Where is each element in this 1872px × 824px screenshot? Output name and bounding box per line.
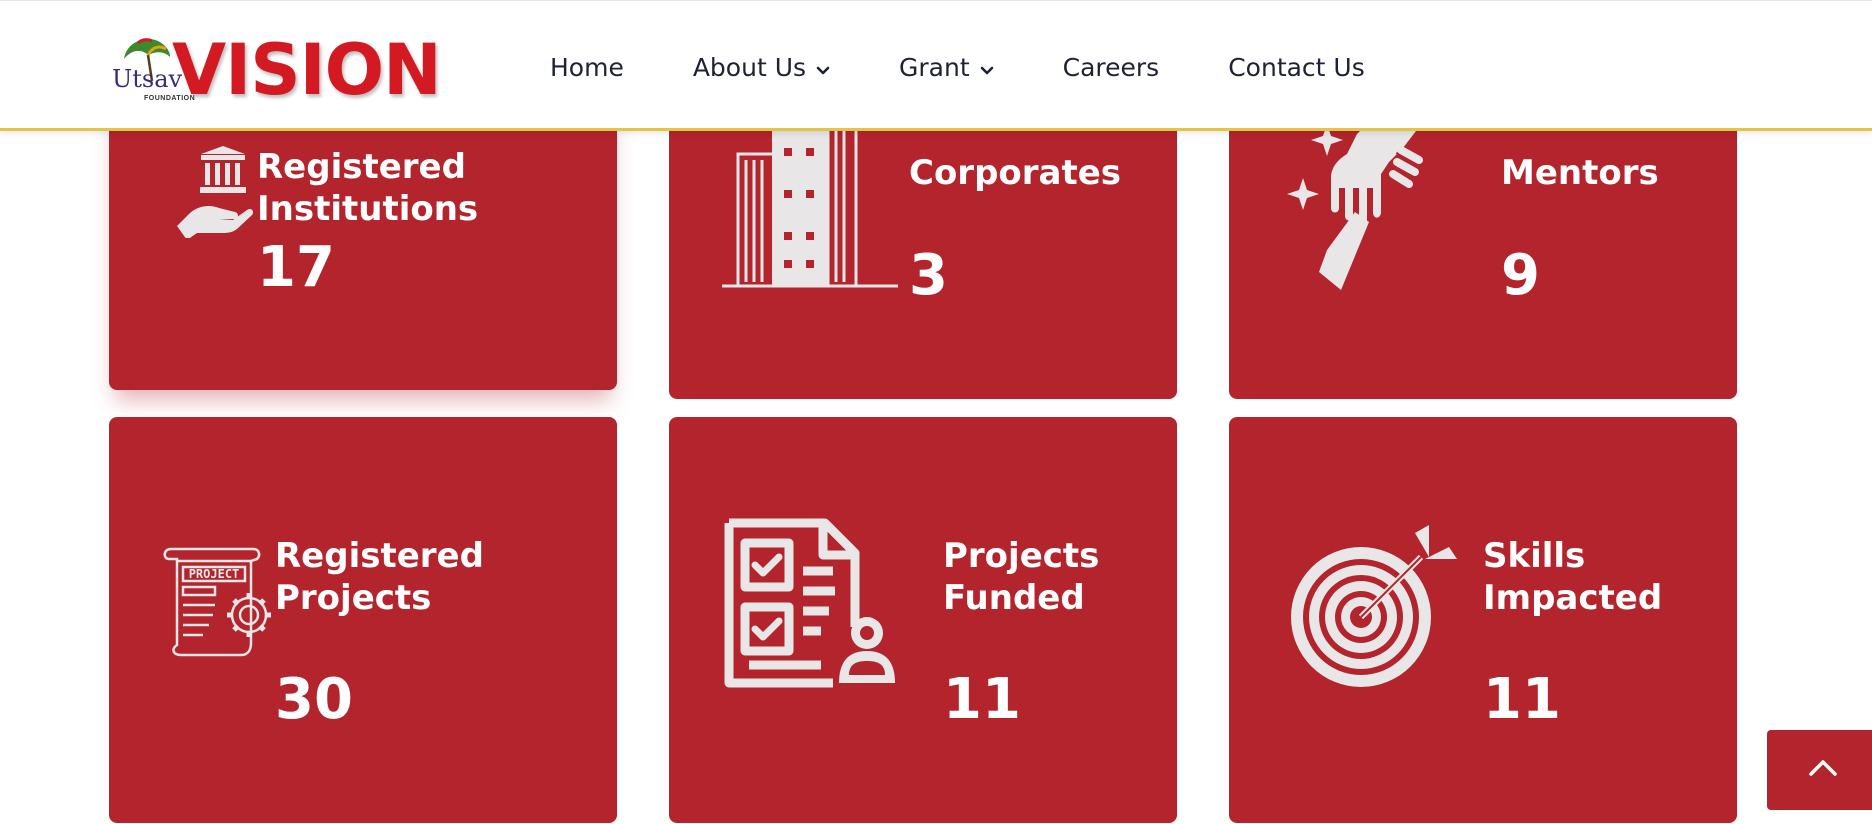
nav-item-label: Home	[550, 52, 624, 82]
stat-count: 30	[275, 667, 353, 732]
target-icon	[1289, 521, 1459, 691]
nav-item-label: Grant	[899, 52, 970, 82]
stat-label: Skills Impacted	[1483, 536, 1663, 618]
stat-card-skills-impacted: Skills Impacted 11	[1229, 417, 1737, 823]
nav-item-label: About Us	[692, 52, 807, 82]
back-to-top-button[interactable]	[1767, 730, 1872, 810]
stat-card-mentors: Mentors 9	[1229, 104, 1737, 399]
stat-count: 3	[909, 243, 948, 308]
nav-item-label: Contact Us	[1228, 52, 1365, 82]
buildings-icon	[722, 110, 898, 290]
stat-count: 11	[943, 667, 1021, 732]
nav-item-about-us[interactable]: About Us	[693, 53, 830, 82]
chevron-up-icon	[1808, 759, 1838, 782]
institution-hand-icon	[175, 144, 255, 238]
checklist-document-icon	[721, 515, 897, 691]
mentor-handshake-icon	[1285, 104, 1445, 290]
logo-wordmark: VISION	[172, 29, 442, 111]
nav-item-home[interactable]: Home	[550, 53, 624, 82]
nav-item-contact-us[interactable]: Contact Us	[1228, 53, 1365, 82]
stat-label: Registered Institutions	[257, 147, 479, 229]
stat-label: Mentors	[1501, 153, 1659, 193]
stat-card-projects-funded: Projects Funded 11	[669, 417, 1177, 823]
stat-label: Projects Funded	[943, 536, 1100, 618]
stat-card-registered-institutions: Registered Institutions 17	[109, 104, 617, 390]
stat-card-registered-projects: PROJECT Registered Projects 30	[109, 417, 617, 823]
stat-count: 17	[257, 235, 335, 300]
stat-card-corporates: Corporates 3	[669, 104, 1177, 399]
stat-count: 11	[1483, 667, 1561, 732]
nav-item-careers[interactable]: Careers	[1063, 53, 1160, 82]
svg-text:PROJECT: PROJECT	[189, 567, 240, 581]
nav-item-grant[interactable]: Grant	[899, 53, 994, 82]
site-header: Utsav FOUNDATION VISION Home About Us Gr…	[0, 0, 1872, 131]
main-nav: Home About Us Grant Careers Contact Us	[550, 49, 1434, 85]
stat-label: Corporates	[909, 153, 1122, 193]
stat-count: 9	[1501, 243, 1540, 308]
site-logo[interactable]: Utsav FOUNDATION VISION	[110, 29, 442, 105]
project-scroll-icon: PROJECT	[163, 547, 273, 657]
stat-label: Registered Projects	[275, 536, 484, 618]
nav-item-label: Careers	[1062, 52, 1160, 82]
chevron-down-icon	[980, 53, 994, 82]
chevron-down-icon	[816, 53, 830, 82]
